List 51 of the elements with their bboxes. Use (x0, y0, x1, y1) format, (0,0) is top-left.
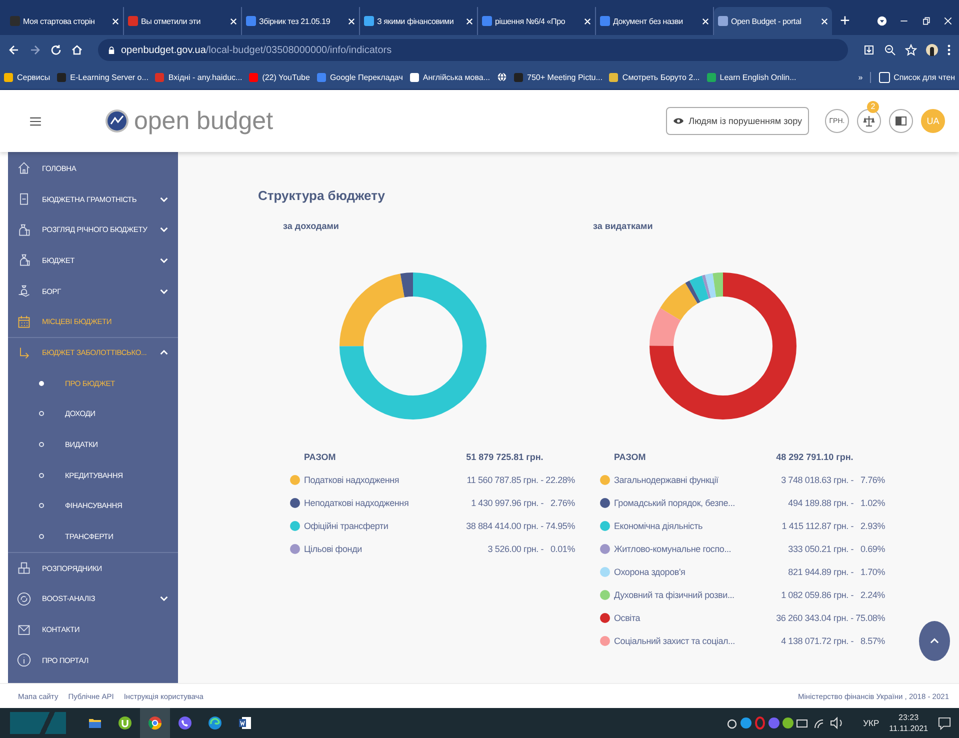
bookmark-link[interactable]: (22) YouTube (249, 72, 310, 82)
legend-value: 1 430 997.96 грн. - 2.76% (470, 498, 575, 508)
legend-label: Освіта (614, 612, 642, 622)
bookmark-link[interactable]: Смотреть Боруто 2... (609, 72, 700, 82)
address-field[interactable]: openbudget.gov.ua/local-budget/03508000000/info/indicators (98, 39, 848, 61)
legend-label: Соціальний захист та соціал... (614, 636, 736, 646)
clock-time: 23:23 (898, 712, 919, 723)
legend-label: Економічна діяльність (614, 520, 704, 530)
total-value: 48 292 791.10 грн. (776, 452, 854, 462)
browser-tab[interactable]: Open Budget - portal (714, 7, 832, 35)
bookmark-link[interactable]: Сервисы (4, 72, 50, 82)
legend-value: 11 560 787.85 грн. - 22.28% (466, 474, 575, 484)
accessibility-button[interactable]: Людям із порушенням зору (666, 107, 809, 135)
legend-label: Неподаткові надходження (304, 498, 410, 508)
legend-label: Громадський порядок, безпе... (614, 498, 736, 508)
bookmark-link[interactable]: Learn English Onlin... (706, 72, 796, 82)
logo-text: open budget (134, 106, 274, 136)
legend-value: 4 138 071.72 грн. - 8.57% (780, 636, 885, 646)
notification-badge: 2 (867, 101, 879, 113)
legend-value: 1 082 059.86 грн. - 2.24% (780, 590, 885, 600)
legend-value: 38 884 414.00 грн. - 74.95% (466, 520, 575, 530)
section-title: Структура бюджету (258, 188, 386, 203)
bookmark-link[interactable]: E-Learning Server o... (57, 72, 148, 82)
bookmark-link[interactable]: Вхідні - any.haiduc... (155, 72, 242, 82)
legend-label: Офіційні трансферти (304, 520, 390, 530)
total-label: РАЗОМ (614, 452, 647, 462)
legend-label: Духовний та фізичний розви... (614, 590, 736, 600)
legend-label: Цільові фонди (304, 544, 363, 554)
reading-list-link[interactable]: Список для чтен (870, 72, 955, 82)
chart-subtitle: за видатками (593, 221, 654, 231)
legend-label: Житлово-комунальне госпо... (614, 544, 732, 554)
legend-label: Податкові надходження (304, 474, 400, 484)
keyboard-language[interactable]: УКР (863, 718, 880, 728)
legend-value: 1 415 112.87 грн. - 2.93% (780, 520, 885, 530)
new-tab-button[interactable]: + (832, 7, 858, 35)
chart-subtitle: за доходами (283, 221, 340, 231)
more-bookmarks-button[interactable]: » (858, 72, 863, 82)
legend-value: 3 526.00 грн. - 0.01% (486, 544, 575, 554)
bookmark-link[interactable]: Англійська мова... (410, 72, 490, 82)
legend-value: 3 748 018.63 грн. - 7.76% (780, 474, 885, 484)
legend-value: 333 050.21 грн. - 0.69% (787, 544, 885, 554)
bookmark-link[interactable]: Google Перекладач (316, 72, 403, 82)
legend-label: Загальнодержавні функції (614, 474, 720, 484)
total-label: РАЗОМ (304, 452, 337, 462)
bookmark-link[interactable]: 750+ Meeting Pictu... (514, 72, 602, 82)
legend-value: 36 260 343.04 грн. - 75.08% (776, 612, 885, 622)
total-value: 51 879 725.81 грн. (466, 452, 544, 462)
legend-value: 821 944.89 грн. - 1.70% (787, 566, 885, 576)
clock-date: 11.11.2021 (889, 723, 928, 734)
legend-value: 494 189.88 грн. - 1.02% (787, 498, 885, 508)
legend-label: Охорона здоров'я (614, 566, 686, 576)
